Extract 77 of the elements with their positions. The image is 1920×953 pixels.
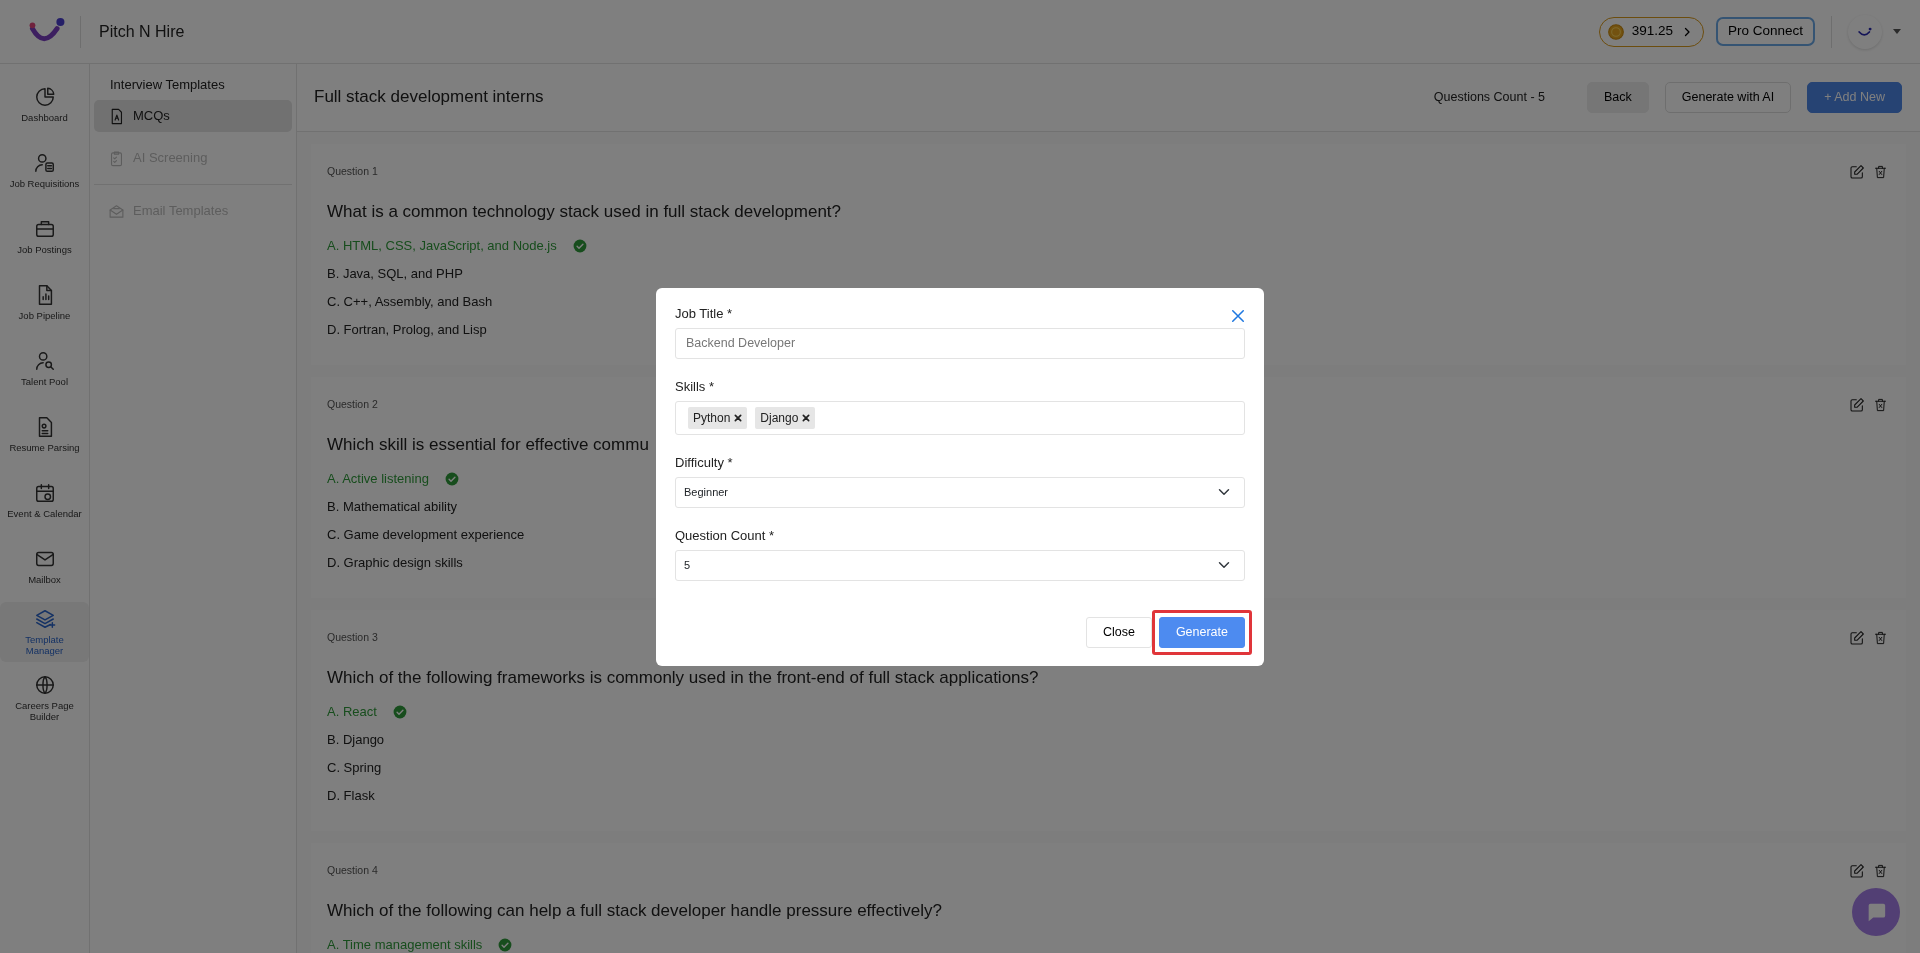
edit-icon[interactable] <box>1849 863 1865 879</box>
answer-option: B. Mathematical ability <box>327 493 458 521</box>
nav-item[interactable]: Template Manager <box>0 602 89 662</box>
question-label: Question 1 <box>327 164 378 178</box>
globe-icon <box>33 674 56 696</box>
answer-option: A. React <box>327 698 377 726</box>
nav-item[interactable]: Dashboard <box>0 74 89 134</box>
field-label: Difficulty * <box>675 453 733 472</box>
answer-option: C. Spring <box>327 754 382 782</box>
remove-icon[interactable] <box>802 413 811 422</box>
remove-icon[interactable] <box>734 413 743 422</box>
trash-icon[interactable] <box>1873 397 1888 413</box>
credits-button[interactable]: 391.25 <box>1598 16 1704 47</box>
calendar-icon <box>33 481 56 504</box>
question-text: Which skill is essential for effective commu <box>327 434 649 456</box>
answer-option: A. Active listening <box>327 465 429 493</box>
nav-item[interactable]: Talent Pool <box>0 338 89 398</box>
close-button[interactable]: Close <box>1085 616 1152 648</box>
template-item[interactable]: MCQs <box>94 100 292 132</box>
layers-icon <box>33 608 56 630</box>
answer-option: C. Game development experience <box>327 521 525 549</box>
answer-option: D. Flask <box>327 782 375 810</box>
nav-item[interactable]: Careers Page Builder <box>0 668 89 728</box>
answer-option: A. HTML, CSS, JavaScript, and Node.js <box>327 232 557 260</box>
check-circle-icon <box>444 472 459 486</box>
add-new-button[interactable]: + Add New <box>1807 82 1902 113</box>
nav-item[interactable]: Job Postings <box>0 206 89 266</box>
trash-icon[interactable] <box>1873 863 1888 879</box>
nav-item[interactable]: Resume Parsing <box>0 404 89 464</box>
select-field[interactable]: 5 <box>675 549 1245 581</box>
field-label: Question Count * <box>675 526 774 545</box>
brand-name: Pitch N Hire <box>80 15 185 48</box>
check-circle-icon <box>572 239 587 253</box>
tags-field[interactable]: Python Django <box>675 400 1245 435</box>
answer-option: B. Java, SQL, and PHP <box>327 260 463 288</box>
question-label: Question 3 <box>327 630 378 644</box>
skill-tag: Python <box>688 406 748 429</box>
pie-chart-icon <box>33 85 56 108</box>
person-document-icon <box>33 151 56 174</box>
person-search-icon <box>33 349 56 372</box>
edit-icon[interactable] <box>1849 164 1865 180</box>
trash-icon[interactable] <box>1873 164 1888 180</box>
question-text: Which of the following can help a full stack developer handle pressure effectively? <box>327 900 942 922</box>
nav-item[interactable]: Mailbox <box>0 536 89 596</box>
page-title: Full stack development interns <box>314 87 545 108</box>
edit-icon[interactable] <box>1849 630 1865 646</box>
skill-tag: Django <box>755 406 816 429</box>
answer-option: D. Fortran, Prolog, and Lisp <box>327 316 487 344</box>
envelope-icon <box>108 202 125 220</box>
question-label: Question 4 <box>327 863 378 877</box>
answer-option: A. Time management skills <box>327 931 483 953</box>
question-text: What is a common technology stack used in full stack development? <box>327 201 842 223</box>
field-label: Skills * <box>675 377 714 396</box>
answer-option: B. Django <box>327 726 385 754</box>
field-label: Job Title * <box>675 304 733 323</box>
question-label: Question 2 <box>327 397 378 411</box>
close-icon[interactable] <box>1231 309 1245 323</box>
check-circle-icon <box>392 705 407 719</box>
coin-icon <box>1607 23 1624 40</box>
select-field[interactable]: Beginner <box>675 476 1245 508</box>
question-text: Which of the following frameworks is commonly used in the front-end of full stack applications? <box>327 667 1039 689</box>
edit-icon[interactable] <box>1849 397 1865 413</box>
back-button[interactable]: Back <box>1586 82 1649 113</box>
clipboard-check-icon <box>108 149 125 167</box>
pro-connect-button[interactable]: Pro Connect <box>1715 17 1815 46</box>
trash-icon[interactable] <box>1873 630 1888 646</box>
generate-button[interactable]: Generate <box>1158 616 1245 648</box>
panel-heading: Interview Templates <box>110 76 226 94</box>
answer-option: C. C++, Assembly, and Bash <box>327 288 493 316</box>
generate-ai-button[interactable]: Generate with AI <box>1664 82 1792 113</box>
nav-item[interactable]: Job Requisitions <box>0 140 89 200</box>
nav-item[interactable]: Event & Calendar <box>0 470 89 530</box>
input-field[interactable]: Backend Developer <box>675 327 1245 359</box>
answer-option: D. Graphic design skills <box>327 549 463 577</box>
questions-count: Questions Count - 5 <box>1432 89 1546 107</box>
nav-item[interactable]: Job Pipeline <box>0 272 89 332</box>
caret-down-icon <box>1892 27 1902 36</box>
